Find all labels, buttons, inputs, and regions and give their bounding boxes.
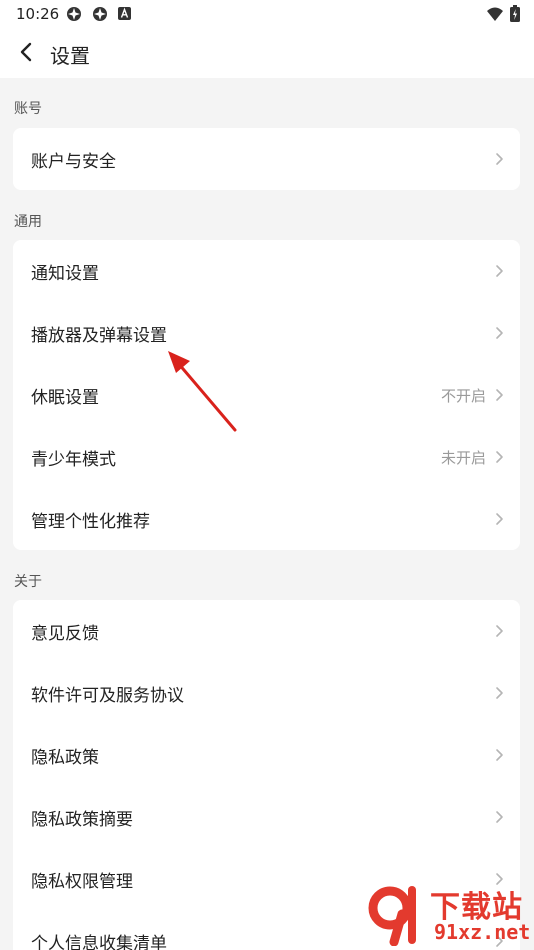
settings-item-label: 播放器及弹幕设置 bbox=[31, 325, 167, 346]
chevron-right-icon bbox=[496, 749, 503, 761]
settings-item-personalized-recommendations[interactable]: 管理个性化推荐 bbox=[13, 488, 520, 550]
chevron-right-icon bbox=[496, 625, 503, 637]
chevron-right-icon bbox=[496, 389, 503, 401]
settings-item-value: 不开启 bbox=[440, 386, 486, 405]
settings-item-label: 隐私权限管理 bbox=[31, 871, 133, 892]
chevron-right-icon bbox=[496, 153, 503, 165]
chevron-right-icon bbox=[496, 687, 503, 699]
section-label-general: 通用 bbox=[14, 214, 42, 230]
settings-item-label: 通知设置 bbox=[31, 263, 99, 284]
watermark-url: 91xz.net bbox=[434, 920, 531, 944]
settings-item-label: 休眠设置 bbox=[31, 387, 99, 408]
settings-item-label: 隐私政策 bbox=[31, 747, 99, 768]
section-label-about: 关于 bbox=[14, 574, 42, 590]
settings-item-label: 软件许可及服务协议 bbox=[31, 685, 184, 706]
settings-item-license-agreement[interactable]: 软件许可及服务协议 bbox=[13, 662, 520, 724]
app-notification-icon bbox=[67, 7, 81, 21]
watermark: 下载站 91xz.net bbox=[364, 880, 534, 950]
app-notification-icon bbox=[93, 7, 107, 21]
settings-card-account: 账户与安全 bbox=[13, 128, 520, 190]
settings-item-privacy-summary[interactable]: 隐私政策摘要 bbox=[13, 786, 520, 848]
wifi-icon bbox=[487, 7, 503, 21]
settings-item-account-security[interactable]: 账户与安全 bbox=[13, 128, 520, 190]
page-title: 设置 bbox=[50, 44, 90, 68]
settings-item-label: 个人信息收集清单 bbox=[31, 933, 167, 950]
settings-item-label: 账户与安全 bbox=[31, 151, 116, 172]
section-label-account: 账号 bbox=[14, 101, 42, 117]
chevron-right-icon bbox=[496, 451, 503, 463]
settings-item-label: 管理个性化推荐 bbox=[31, 511, 150, 532]
settings-item-label: 青少年模式 bbox=[31, 449, 116, 470]
chevron-right-icon bbox=[496, 811, 503, 823]
chevron-right-icon bbox=[496, 327, 503, 339]
chevron-right-icon bbox=[496, 265, 503, 277]
status-bar: 10:26 bbox=[0, 0, 534, 28]
back-button[interactable] bbox=[12, 38, 40, 66]
settings-item-sleep[interactable]: 休眠设置 不开启 bbox=[13, 364, 520, 426]
settings-item-teen-mode[interactable]: 青少年模式 未开启 bbox=[13, 426, 520, 488]
battery-icon bbox=[510, 5, 520, 22]
settings-item-value: 未开启 bbox=[440, 448, 486, 467]
status-time: 10:26 bbox=[16, 5, 60, 23]
watermark-logo-icon bbox=[368, 886, 416, 946]
title-bar: 设置 bbox=[0, 28, 534, 78]
settings-item-label: 隐私政策摘要 bbox=[31, 809, 133, 830]
a-icon bbox=[118, 7, 131, 20]
settings-item-notifications[interactable]: 通知设置 bbox=[13, 240, 520, 302]
settings-item-privacy-policy[interactable]: 隐私政策 bbox=[13, 724, 520, 786]
settings-item-label: 意见反馈 bbox=[31, 623, 99, 644]
chevron-right-icon bbox=[496, 513, 503, 525]
settings-card-general: 通知设置 播放器及弹幕设置 休眠设置 不开启 青少年模式 未开启 管理个性化推荐 bbox=[13, 240, 520, 550]
settings-item-player-danmaku[interactable]: 播放器及弹幕设置 bbox=[13, 302, 520, 364]
chevron-left-icon bbox=[20, 42, 32, 62]
settings-item-feedback[interactable]: 意见反馈 bbox=[13, 600, 520, 662]
